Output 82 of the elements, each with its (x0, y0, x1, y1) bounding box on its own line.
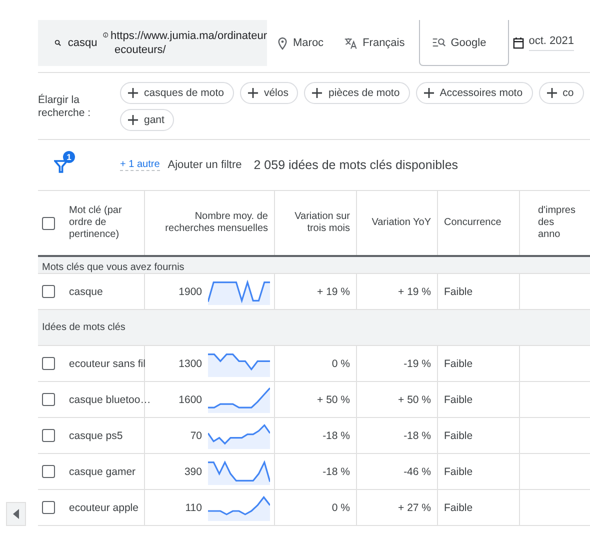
plus-icon (312, 88, 322, 98)
add-filter-button[interactable]: Ajouter un filtre (164, 159, 246, 171)
competition-cell: Faible (444, 394, 473, 406)
scroll-left-button[interactable] (6, 502, 26, 526)
yoy-change-cell: -46 % (404, 466, 431, 478)
competition-cell: Faible (444, 286, 473, 298)
trend-sparkline (208, 494, 270, 521)
competition-cell: Faible (444, 502, 473, 514)
competition-cell: Faible (444, 466, 473, 478)
search-field[interactable]: casqu https://www.jumia.ma/ordinateur ecouteurs/ (38, 20, 267, 66)
yoy-change-cell: -19 % (404, 358, 431, 370)
url-text: https://www.jumia.ma/ordinateur ecouteurs/ (110, 29, 267, 57)
column-header[interactable]: Nombre moy. de recherches mensuelles (151, 211, 268, 235)
searches-cell: 1900 (178, 286, 202, 298)
keyword-chip[interactable]: co (538, 82, 584, 104)
searches-cell: 70 (190, 430, 202, 442)
three-month-change-cell: -18 % (322, 430, 350, 442)
searches-cell: 390 (184, 466, 202, 478)
calendar-icon (512, 37, 524, 49)
keyword-cell: casque gamer (69, 466, 136, 478)
column-header[interactable]: Mot clé (par ordre de pertinence) (69, 205, 129, 241)
more-filters-link[interactable]: + 1 autre (120, 159, 160, 171)
three-month-change-cell: + 19 % (317, 286, 350, 298)
filter-count-badge: 1 (63, 151, 75, 163)
search-list-icon (432, 37, 446, 48)
trend-sparkline (208, 386, 270, 413)
plus-icon (128, 115, 138, 125)
search-query: casqu (68, 37, 98, 49)
column-header[interactable]: d'impres des anno (538, 205, 578, 241)
row-checkbox[interactable] (42, 501, 55, 514)
yoy-change-cell: -18 % (404, 430, 431, 442)
keyword-chip[interactable]: casques de moto (120, 82, 234, 104)
language-button[interactable]: Français (334, 20, 415, 66)
yoy-change-cell: + 19 % (398, 286, 431, 298)
row-checkbox[interactable] (42, 357, 55, 370)
searches-cell: 110 (185, 502, 202, 514)
left-triangle-icon (13, 509, 19, 519)
keyword-cell: casque bluetoo… (69, 394, 151, 406)
row-checkbox[interactable] (42, 393, 55, 406)
group-heading: Idées de mots clés (42, 322, 126, 333)
column-header[interactable]: Concurrence (444, 217, 502, 229)
keyword-chip[interactable]: Accessoires moto (416, 82, 533, 104)
trend-sparkline (208, 278, 270, 305)
filter-icon (54, 159, 68, 173)
select-all-checkbox[interactable] (42, 216, 55, 230)
keyword-cell: casque (69, 286, 103, 298)
column-header[interactable]: Variation sur trois mois (281, 211, 350, 235)
yoy-change-cell: + 27 % (398, 502, 431, 514)
plus-icon (248, 88, 258, 98)
three-month-change-cell: 0 % (332, 358, 350, 370)
group-heading: Mots clés que vous avez fournis (42, 262, 184, 273)
searches-cell: 1300 (178, 358, 202, 370)
column-header[interactable]: Variation YoY (372, 217, 431, 229)
keyword-chip[interactable]: gant (120, 109, 174, 131)
translate-icon (344, 36, 358, 50)
trend-sparkline (208, 422, 270, 449)
yoy-change-cell: + 50 % (398, 394, 431, 406)
keyword-chip[interactable]: vélos (240, 82, 298, 104)
trend-sparkline (208, 458, 270, 485)
row-checkbox[interactable] (42, 465, 55, 478)
plus-icon (424, 88, 434, 98)
keyword-cell: casque ps5 (69, 430, 123, 442)
keyword-cell: ecouteur sans fil (69, 358, 146, 370)
broaden-label: Élargir la recherche : (38, 94, 92, 120)
keyword-cell: ecouteur apple (69, 502, 138, 514)
competition-cell: Faible (444, 358, 473, 370)
location-pin-icon (277, 36, 288, 50)
three-month-change-cell: -18 % (322, 466, 350, 478)
keyword-chip[interactable]: pièces de moto (304, 82, 410, 104)
three-month-change-cell: 0 % (332, 502, 350, 514)
competition-cell: Faible (444, 430, 473, 442)
row-checkbox[interactable] (42, 285, 55, 298)
searches-cell: 1600 (178, 394, 202, 406)
plus-icon (128, 88, 138, 98)
plus-icon (546, 88, 557, 98)
row-checkbox[interactable] (42, 429, 55, 442)
date-range-button[interactable]: oct. 2021 (508, 20, 574, 66)
location-button[interactable]: Maroc (267, 20, 334, 66)
three-month-change-cell: + 50 % (317, 394, 350, 406)
keyword-ideas-count: 2 059 idées de mots clés disponibles (254, 158, 458, 172)
network-button[interactable]: Google (418, 20, 509, 66)
filter-button[interactable]: 1 (54, 151, 76, 173)
